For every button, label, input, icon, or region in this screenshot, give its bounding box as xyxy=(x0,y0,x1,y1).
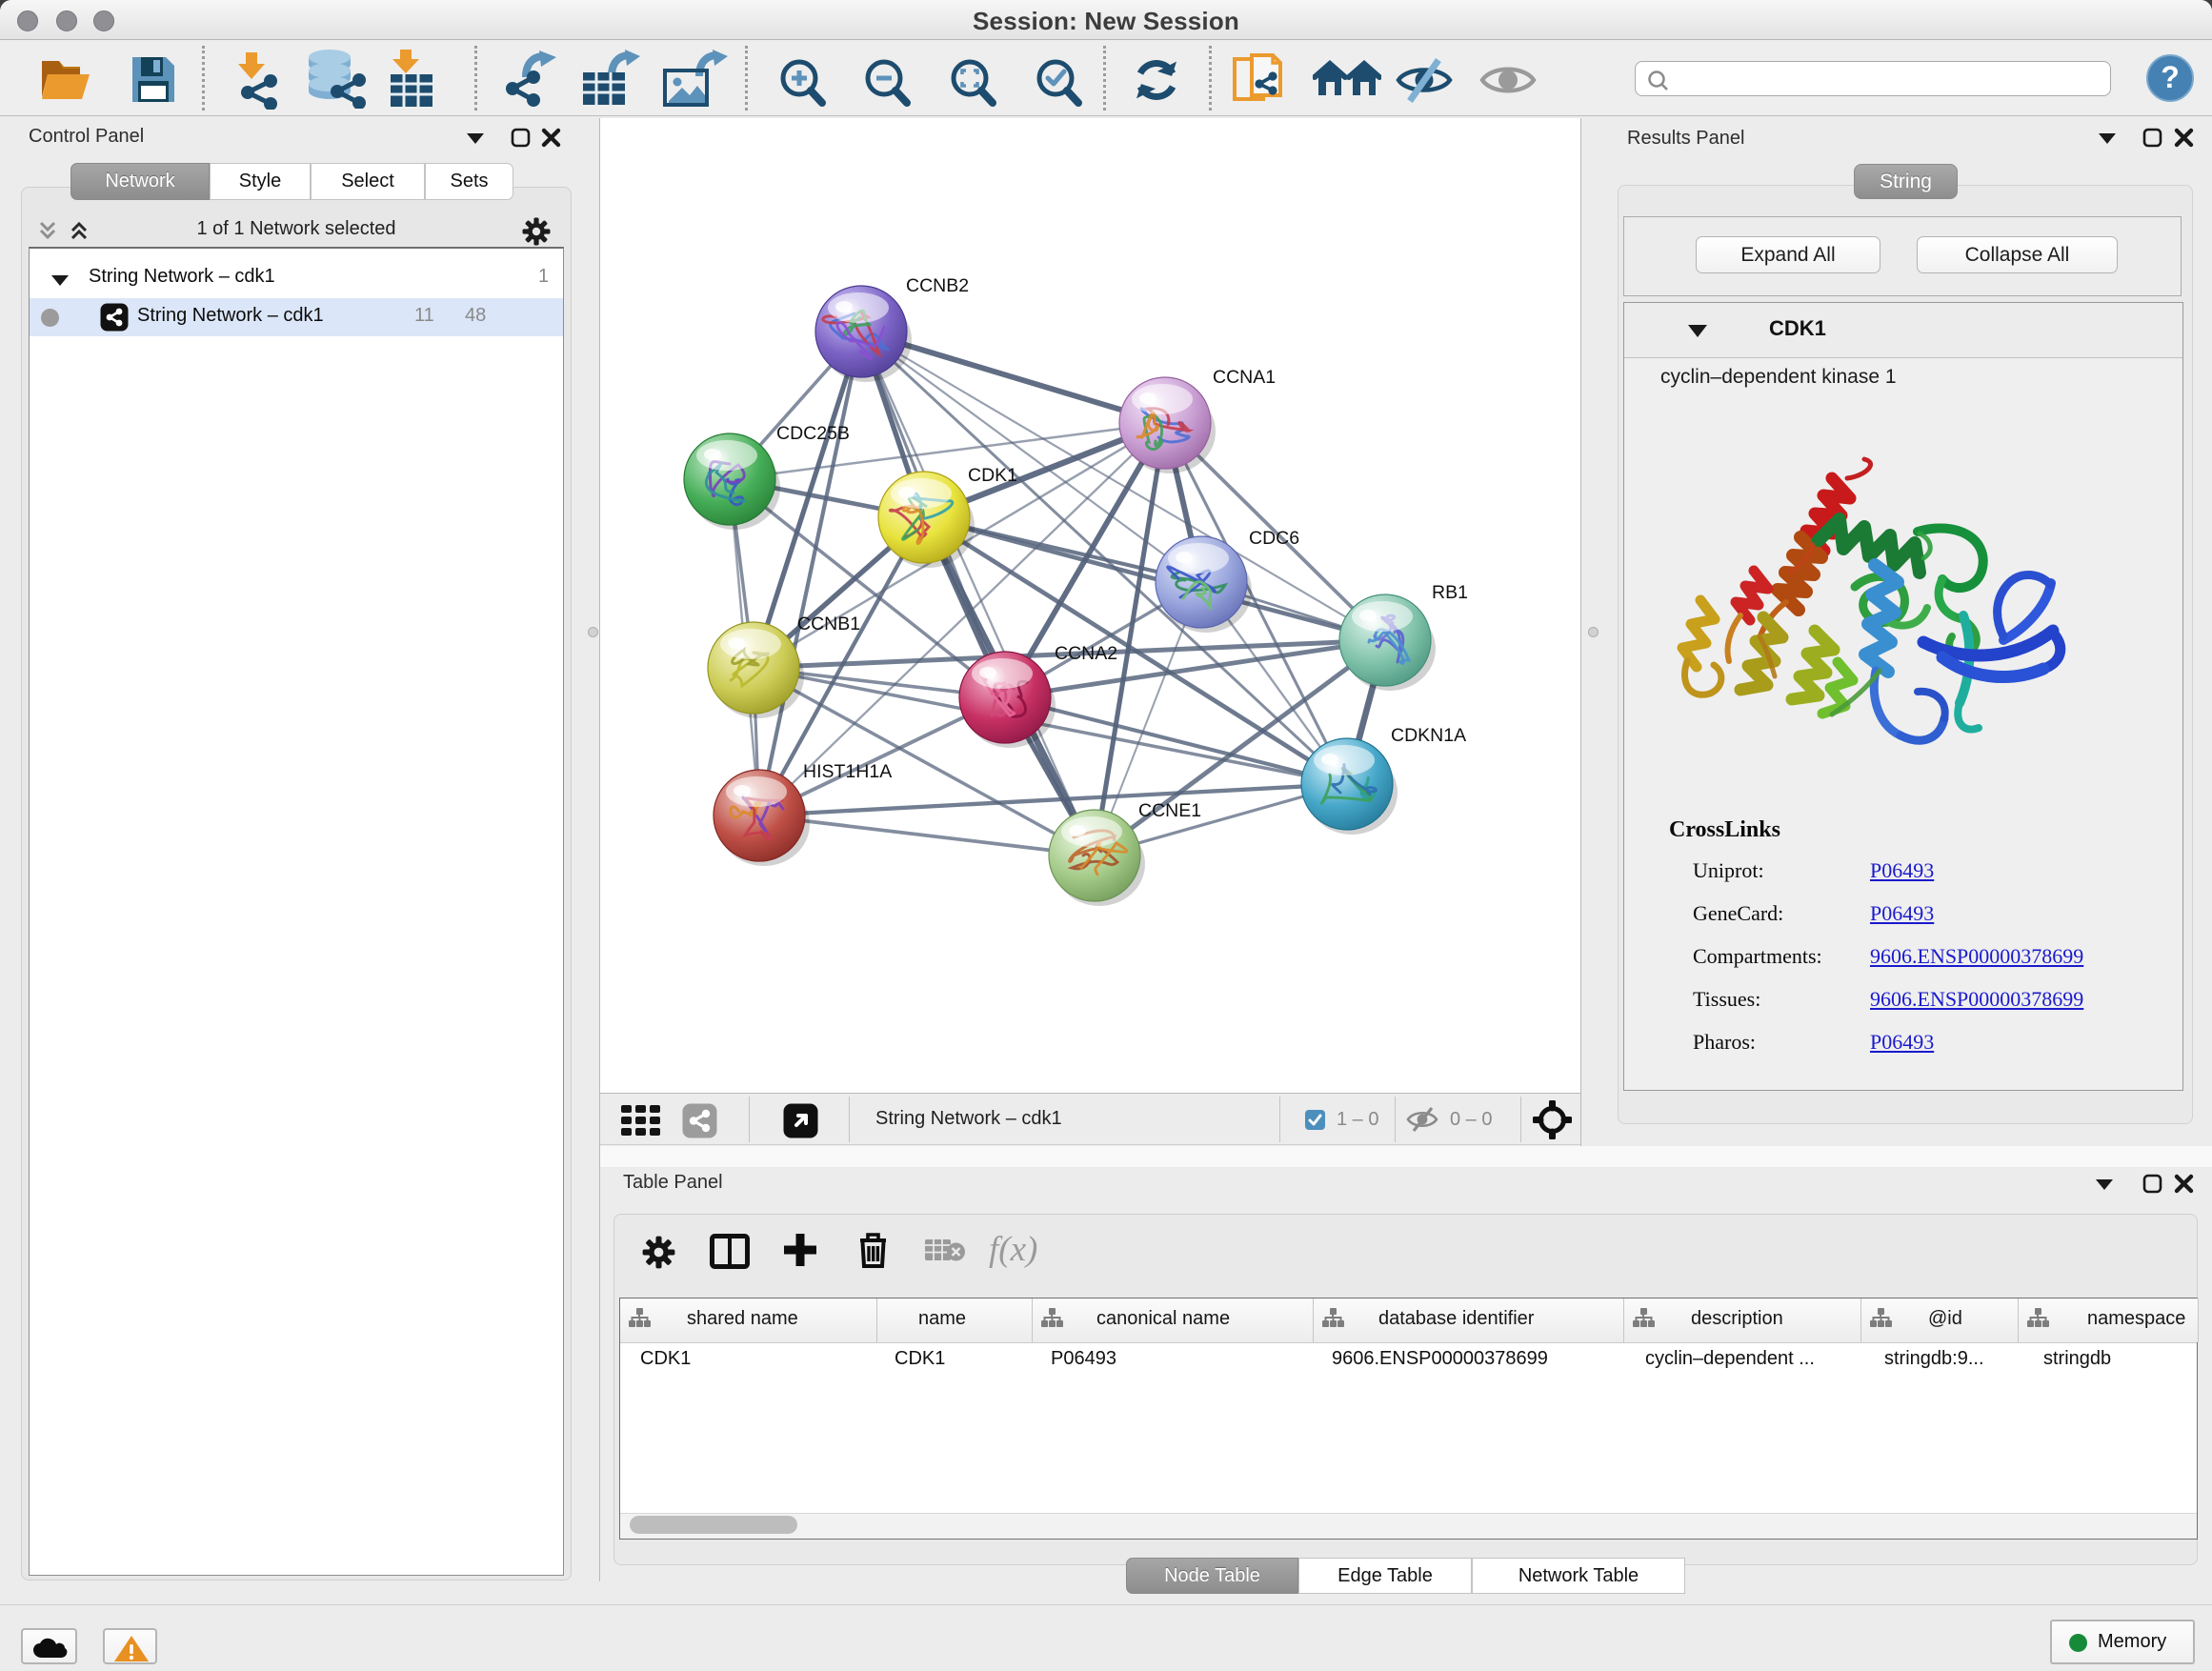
svg-text:CCNA1: CCNA1 xyxy=(1213,367,1276,388)
svg-text:CDC25B: CDC25B xyxy=(776,423,850,444)
svg-text:CCNE1: CCNE1 xyxy=(1138,800,1201,821)
svg-text:RB1: RB1 xyxy=(1432,582,1468,603)
svg-text:CDC6: CDC6 xyxy=(1249,528,1299,549)
svg-text:HIST1H1A: HIST1H1A xyxy=(803,761,892,782)
svg-text:CCNB1: CCNB1 xyxy=(797,614,860,634)
svg-text:CDK1: CDK1 xyxy=(968,465,1017,486)
svg-text:?: ? xyxy=(2161,60,2180,94)
svg-text:CCNA2: CCNA2 xyxy=(1055,643,1117,664)
svg-text:CDKN1A: CDKN1A xyxy=(1391,725,1466,746)
svg-text:CCNB2: CCNB2 xyxy=(906,275,969,296)
